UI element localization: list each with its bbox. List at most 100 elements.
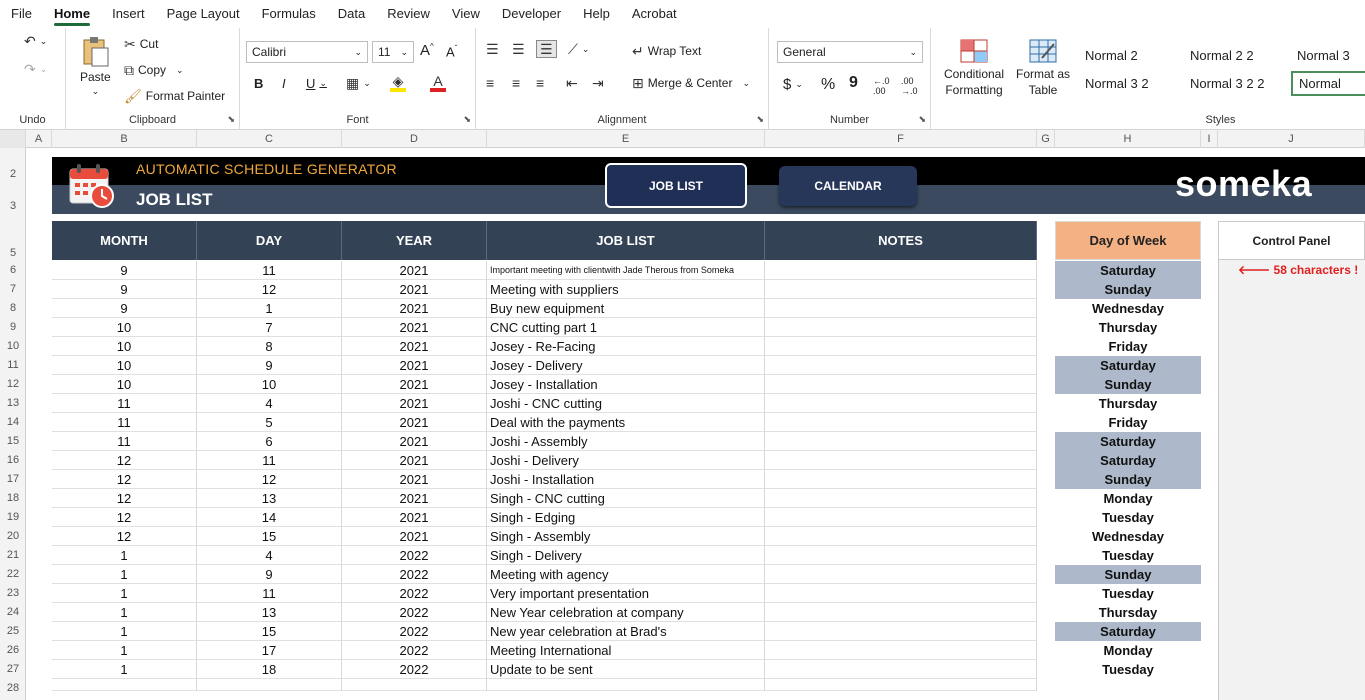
day-cell[interactable]: 6 <box>197 432 342 451</box>
font-color-button[interactable]: A <box>430 74 446 92</box>
menu-home[interactable]: Home <box>43 0 101 28</box>
month-cell[interactable]: 12 <box>52 489 197 508</box>
year-cell[interactable]: 2021 <box>342 394 487 413</box>
month-cell[interactable]: 10 <box>52 337 197 356</box>
year-cell[interactable]: 2022 <box>342 565 487 584</box>
notes-cell[interactable] <box>765 432 1037 451</box>
row-header[interactable]: 7 <box>0 280 26 299</box>
day-cell[interactable]: 11 <box>197 451 342 470</box>
row-header[interactable]: 19 <box>0 508 26 527</box>
empty-cell[interactable] <box>197 679 342 691</box>
row-header[interactable]: 11 <box>0 356 26 375</box>
notes-cell[interactable] <box>765 261 1037 280</box>
row-header[interactable]: 14 <box>0 413 26 432</box>
day-cell[interactable]: 17 <box>197 641 342 660</box>
year-cell[interactable]: 2021 <box>342 489 487 508</box>
month-cell[interactable]: 12 <box>52 470 197 489</box>
merge-center-button[interactable]: ⊞ Merge & Center ⌄ <box>632 76 750 90</box>
format-painter-button[interactable]: 🖌 Format Painter <box>124 89 225 103</box>
menu-insert[interactable]: Insert <box>101 0 156 28</box>
job-cell[interactable]: Josey - Installation <box>487 375 765 394</box>
align-right-button[interactable]: ≡ <box>536 76 544 90</box>
clipboard-launcher-icon[interactable]: ⬊ <box>227 114 235 125</box>
empty-cell[interactable] <box>342 679 487 691</box>
row-header[interactable]: 15 <box>0 432 26 451</box>
row-header[interactable]: 12 <box>0 375 26 394</box>
col-header-e[interactable]: E <box>487 130 765 148</box>
underline-button[interactable]: U ⌄ <box>306 76 327 91</box>
row-header[interactable]: 23 <box>0 584 26 603</box>
job-cell[interactable]: CNC cutting part 1 <box>487 318 765 337</box>
format-as-table-button[interactable]: Format as Table <box>1015 38 1071 98</box>
notes-cell[interactable] <box>765 660 1037 679</box>
font-name-select[interactable]: Calibri ⌄ <box>246 41 368 63</box>
month-cell[interactable]: 12 <box>52 508 197 527</box>
year-cell[interactable]: 2022 <box>342 622 487 641</box>
day-cell[interactable]: 8 <box>197 337 342 356</box>
font-launcher-icon[interactable]: ⬊ <box>463 114 471 125</box>
year-cell[interactable]: 2021 <box>342 451 487 470</box>
year-cell[interactable]: 2021 <box>342 299 487 318</box>
day-cell[interactable]: 14 <box>197 508 342 527</box>
job-cell[interactable]: Very important presentation <box>487 584 765 603</box>
style-normal-2-2[interactable]: Normal 2 2 <box>1190 48 1254 63</box>
month-cell[interactable]: 1 <box>52 641 197 660</box>
style-normal-3[interactable]: Normal 3 <box>1297 48 1350 63</box>
notes-cell[interactable] <box>765 641 1037 660</box>
row-header[interactable]: 28 <box>0 679 26 698</box>
notes-cell[interactable] <box>765 584 1037 603</box>
row-header[interactable]: 13 <box>0 394 26 413</box>
menu-help[interactable]: Help <box>572 0 621 28</box>
row-header[interactable]: 26 <box>0 641 26 660</box>
comma-button[interactable]: 9 <box>849 74 858 92</box>
month-cell[interactable]: 9 <box>52 280 197 299</box>
grow-font-button[interactable]: A^ <box>420 42 434 59</box>
increase-decimal-button[interactable]: ←.0.00 <box>873 76 890 96</box>
day-cell[interactable]: 13 <box>197 603 342 622</box>
fill-color-button[interactable]: ◈ <box>390 74 406 92</box>
job-cell[interactable]: Joshi - Installation <box>487 470 765 489</box>
row-header[interactable]: 2 <box>0 166 26 183</box>
job-cell[interactable]: Singh - Edging <box>487 508 765 527</box>
notes-cell[interactable] <box>765 546 1037 565</box>
align-top-button[interactable]: ☰ <box>486 42 499 56</box>
year-cell[interactable]: 2021 <box>342 432 487 451</box>
col-header-a[interactable]: A <box>26 130 52 148</box>
col-header-b[interactable]: B <box>52 130 197 148</box>
align-left-button[interactable]: ≡ <box>486 76 494 90</box>
row-header[interactable]: 27 <box>0 660 26 679</box>
font-size-select[interactable]: 11 ⌄ <box>372 41 414 63</box>
job-cell[interactable]: Joshi - Assembly <box>487 432 765 451</box>
col-header-g[interactable]: G <box>1037 130 1055 148</box>
orientation-button[interactable]: ⟋ ⌄ <box>568 42 589 56</box>
month-cell[interactable]: 9 <box>52 261 197 280</box>
notes-cell[interactable] <box>765 413 1037 432</box>
copy-button[interactable]: ⧉ Copy ⌄ <box>124 63 184 77</box>
empty-cell[interactable] <box>52 679 197 691</box>
empty-cell[interactable] <box>487 679 765 691</box>
job-cell[interactable]: New year celebration at Brad's <box>487 622 765 641</box>
row-header[interactable]: 25 <box>0 622 26 641</box>
month-cell[interactable]: 1 <box>52 584 197 603</box>
conditional-formatting-button[interactable]: Conditional Formatting <box>939 38 1009 98</box>
col-header-i[interactable]: I <box>1201 130 1218 148</box>
day-cell[interactable]: 18 <box>197 660 342 679</box>
job-cell[interactable]: Meeting with suppliers <box>487 280 765 299</box>
style-normal[interactable]: Normal <box>1291 71 1365 96</box>
menu-file[interactable]: File <box>0 0 43 28</box>
menu-acrobat[interactable]: Acrobat <box>621 0 688 28</box>
style-normal-3-2[interactable]: Normal 3 2 <box>1085 76 1149 91</box>
month-cell[interactable]: 12 <box>52 527 197 546</box>
menu-page-layout[interactable]: Page Layout <box>156 0 251 28</box>
job-cell[interactable]: Update to be sent <box>487 660 765 679</box>
year-cell[interactable]: 2021 <box>342 337 487 356</box>
row-header[interactable]: 24 <box>0 603 26 622</box>
borders-button[interactable]: ▦ ⌄ <box>346 76 371 90</box>
italic-button[interactable]: I <box>282 76 286 91</box>
align-middle-button[interactable]: ☰ <box>512 42 525 56</box>
col-header-h[interactable]: H <box>1055 130 1201 148</box>
decrease-decimal-button[interactable]: .00 →.0 <box>901 76 918 96</box>
day-cell[interactable]: 12 <box>197 280 342 299</box>
year-cell[interactable]: 2021 <box>342 356 487 375</box>
style-normal-2[interactable]: Normal 2 <box>1085 48 1138 63</box>
